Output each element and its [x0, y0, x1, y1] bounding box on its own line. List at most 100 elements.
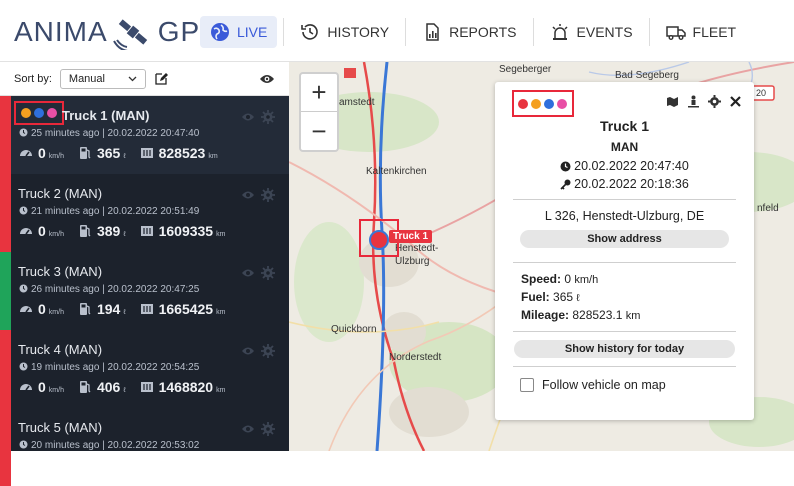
mileage-unit: km	[625, 310, 641, 322]
key-icon	[560, 179, 571, 190]
sort-select[interactable]: Manual	[59, 68, 146, 89]
map-label: Bad Segeberg	[615, 70, 679, 81]
vehicle-speed: 0 km/h	[19, 223, 64, 239]
popup-time-row: 20.02.2022 20:47:40	[495, 159, 754, 173]
app-logo[interactable]: ANIMA GPS	[14, 14, 220, 50]
settings-icon[interactable]	[261, 110, 275, 124]
vehicle-stats: 0 km/h 389 ℓ 1609335 km	[19, 223, 239, 239]
zoom-in-button[interactable]: +	[301, 74, 337, 112]
eye-icon[interactable]	[241, 344, 255, 358]
sort-select-value: Manual	[68, 72, 105, 85]
vehicle-fuel: 389 ℓ	[78, 223, 126, 239]
vehicle-mileage: 1609335 km	[140, 223, 225, 239]
vehicle-last-update: 20 minutes ago | 20.02.2022 20:53:02	[19, 440, 199, 451]
odometer-icon	[140, 304, 153, 314]
settings-icon[interactable]	[261, 266, 275, 280]
show-address-button[interactable]: Show address	[520, 230, 729, 248]
speedometer-icon	[20, 228, 32, 235]
popup-fuel: Fuel: 365 ℓ	[521, 290, 580, 304]
history-icon	[301, 24, 319, 40]
eye-icon[interactable]	[241, 188, 255, 202]
vehicle-row[interactable]: Truck 5 (MAN) 20 minutes ago | 20.02.2022…	[0, 408, 289, 486]
speedometer-icon	[20, 150, 32, 157]
divider	[513, 331, 736, 332]
fuel-icon	[79, 225, 91, 237]
map-icon[interactable]	[666, 95, 679, 108]
vehicle-stats: 0 km/h 365 ℓ 828523 km	[19, 145, 232, 161]
nav-reports[interactable]: REPORTS	[412, 16, 526, 48]
vehicle-row[interactable]: Truck 4 (MAN) 19 minutes ago | 20.02.2022…	[0, 330, 289, 408]
speed-label: Speed:	[521, 272, 562, 286]
clock-icon	[19, 362, 28, 371]
eye-icon[interactable]	[241, 266, 255, 280]
popup-ignition-row: 20.02.2022 20:18:36	[495, 177, 754, 191]
mileage-value: 1468820	[158, 379, 214, 395]
fuel-label: Fuel:	[521, 290, 550, 304]
fuel-icon	[79, 147, 91, 159]
nav-history-label: HISTORY	[327, 24, 390, 40]
nav-events[interactable]: EVENTS	[540, 16, 643, 48]
follow-checkbox[interactable]	[520, 378, 534, 392]
vehicle-last-update: 26 minutes ago | 20.02.2022 20:47:25	[19, 284, 199, 295]
map-label: amstedt	[339, 97, 375, 108]
vehicle-fuel: 406 ℓ	[78, 379, 126, 395]
vehicle-mileage: 1468820 km	[140, 379, 225, 395]
speed-value: 0	[38, 145, 46, 161]
popup-speed: Speed: 0 km/h	[521, 272, 598, 286]
nav-fleet[interactable]: FLEET	[656, 16, 747, 48]
street-view-icon[interactable]	[687, 95, 700, 108]
vehicle-sidebar: Sort by: Manual Truck 1 (MAN) 25 minutes …	[0, 62, 289, 486]
status-stripe	[0, 96, 11, 174]
settings-icon[interactable]	[261, 344, 275, 358]
map-view[interactable]: Segeberger Bad Segeberg amstedt Kaltenki…	[289, 62, 794, 451]
settings-icon[interactable]	[261, 188, 275, 202]
vehicle-name: Truck 5 (MAN)	[18, 420, 103, 435]
vehicle-speed: 0 km/h	[19, 301, 64, 317]
clock-icon	[19, 440, 28, 449]
row-actions	[235, 188, 275, 202]
close-icon[interactable]	[729, 95, 742, 108]
vehicle-list: Truck 1 (MAN) 25 minutes ago | 20.02.2022…	[0, 96, 289, 486]
row-actions	[235, 110, 275, 124]
popup-model: MAN	[610, 140, 639, 154]
vehicle-fuel: 194 ℓ	[78, 301, 126, 317]
eye-icon[interactable]	[259, 73, 275, 85]
fuel-unit: ℓ	[576, 293, 580, 304]
status-dots	[14, 101, 64, 125]
fuel-unit: ℓ	[123, 387, 126, 394]
popup-toolbar	[658, 95, 742, 108]
nav-history[interactable]: HISTORY	[290, 16, 399, 48]
mileage-value: 1665425	[158, 301, 214, 317]
speed-value: 0	[38, 301, 46, 317]
nav-events-label: EVENTS	[576, 24, 633, 40]
status-stripe	[0, 408, 11, 486]
vehicle-time-text: 20 minutes ago | 20.02.2022 20:53:02	[31, 440, 200, 451]
odometer-icon	[140, 226, 153, 236]
speed-value: 0	[38, 223, 46, 239]
vehicle-row[interactable]: Truck 3 (MAN) 26 minutes ago | 20.02.2022…	[0, 252, 289, 330]
settings-icon[interactable]	[261, 422, 275, 436]
show-history-button[interactable]: Show history for today	[514, 340, 735, 358]
vehicle-row[interactable]: Truck 1 (MAN) 25 minutes ago | 20.02.2022…	[0, 96, 289, 174]
settings-icon[interactable]	[708, 95, 721, 108]
zoom-control: + −	[299, 72, 339, 152]
row-actions	[235, 344, 275, 358]
vehicle-time-text: 21 minutes ago | 20.02.2022 20:51:49	[31, 206, 200, 217]
vehicle-row[interactable]: Truck 2 (MAN) 21 minutes ago | 20.02.2022…	[0, 174, 289, 252]
nav-live[interactable]: LIVE	[200, 16, 278, 48]
popup-time: 20.02.2022 20:47:40	[574, 159, 689, 173]
zoom-out-button[interactable]: −	[301, 112, 337, 150]
eye-icon[interactable]	[241, 422, 255, 436]
status-dot	[543, 98, 554, 109]
speed-unit: km/h	[48, 153, 64, 160]
popup-ignition-time: 20.02.2022 20:18:36	[574, 177, 689, 191]
mileage-unit: km	[208, 153, 218, 160]
fuel-value: 406	[96, 379, 121, 395]
nav-divider	[283, 18, 285, 46]
edit-icon[interactable]	[154, 72, 168, 86]
status-dot	[21, 108, 31, 118]
odometer-icon	[140, 148, 153, 158]
vehicle-name: Truck 2 (MAN)	[18, 186, 103, 201]
follow-vehicle-option[interactable]: Follow vehicle on map	[520, 378, 666, 392]
eye-icon[interactable]	[241, 110, 255, 124]
